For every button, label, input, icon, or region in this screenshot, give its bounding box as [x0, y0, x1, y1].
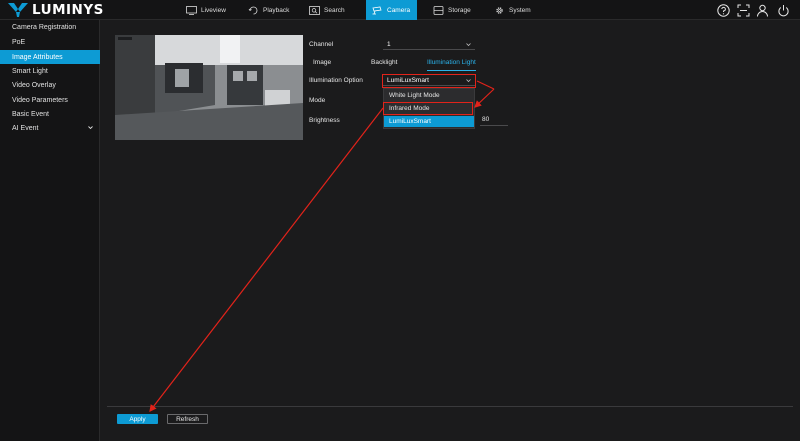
sidebar-item-label: Basic Event [12, 110, 49, 118]
channel-select-value: 1 [387, 41, 391, 48]
nav-playback[interactable]: Playback [242, 0, 302, 20]
sidebar-item-label: PoE [12, 38, 26, 46]
tab-backlight[interactable]: Backlight [371, 59, 397, 71]
sidebar-item-basic-event[interactable]: Basic Event [0, 107, 100, 121]
nav-liveview[interactable]: Liveview [180, 0, 238, 20]
chevron-down-icon [88, 126, 93, 130]
user-icon [756, 4, 768, 17]
camera-preview-image [115, 35, 303, 140]
option-lumiluxsmart[interactable]: LumiLuxSmart [384, 116, 474, 127]
search-icon [309, 5, 320, 15]
brightness-label: Brightness [309, 117, 340, 124]
gear-icon [496, 6, 503, 14]
top-bar: LUMINYS Liveview Playback Search Camera … [0, 0, 800, 20]
nav-camera[interactable]: Camera [366, 0, 417, 20]
nav-label: Camera [387, 6, 411, 14]
nav-label: Storage [448, 6, 471, 14]
storage-icon [433, 5, 444, 15]
tab-image[interactable]: Image [313, 59, 331, 71]
help-button[interactable] [716, 2, 730, 18]
sidebar-item-ai-event[interactable]: AI Event [0, 121, 100, 135]
user-button[interactable] [755, 2, 769, 18]
sidebar-item-label: Image Attributes [12, 53, 63, 61]
nav-label: Liveview [201, 6, 226, 14]
chevron-down-icon [466, 43, 471, 47]
mode-label: Mode [309, 97, 326, 104]
option-white-light-mode[interactable]: White Light Mode [384, 90, 474, 101]
channel-label: Channel [309, 41, 334, 48]
nav-label: Playback [263, 6, 290, 14]
annotation-arrow-to-infrared [474, 88, 495, 108]
sidebar-item-smart-light[interactable]: Smart Light [0, 64, 100, 78]
brand-name: LUMINYS [32, 2, 104, 18]
sidebar-item-label: AI Event [12, 124, 39, 132]
camera-preview [115, 35, 303, 140]
tab-illumination-light[interactable]: Illumination Light [427, 59, 476, 71]
annotation-arrow-line [476, 80, 495, 90]
playback-icon [248, 6, 258, 14]
sidebar-item-label: Camera Registration [12, 23, 77, 31]
brightness-input[interactable]: 80 [480, 116, 508, 126]
nav-storage[interactable]: Storage [427, 0, 485, 20]
sidebar-item-image-attributes[interactable]: Image Attributes [0, 50, 100, 64]
sidebar-item-video-overlay[interactable]: Video Overlay [0, 78, 100, 92]
power-icon [777, 4, 789, 16]
apply-button[interactable]: Apply [117, 414, 158, 424]
monitor-icon [186, 5, 197, 15]
help-icon [716, 3, 730, 17]
sidebar-item-camera-registration[interactable]: Camera Registration [0, 20, 100, 34]
refresh-button[interactable]: Refresh [167, 414, 208, 424]
luminys-logo-icon [8, 3, 28, 17]
scan-icon [737, 4, 749, 16]
scan-button[interactable] [736, 2, 750, 18]
sidebar-item-poe[interactable]: PoE [0, 35, 100, 49]
sidebar-item-label: Video Overlay [12, 81, 56, 89]
annotation-highlight-select [382, 74, 476, 88]
channel-select[interactable]: 1 [383, 40, 475, 50]
sidebar-item-label: Video Parameters [12, 96, 68, 104]
sidebar: Camera Registration PoE Image Attributes… [0, 20, 100, 441]
annotation-highlight-infrared [383, 102, 473, 115]
brand-logo: LUMINYS [8, 2, 104, 18]
footer-divider [107, 406, 793, 407]
camera-icon [372, 6, 382, 14]
nav-search[interactable]: Search [303, 0, 363, 20]
annotation-arrow-to-apply [149, 107, 384, 412]
nav-label: System [509, 6, 531, 14]
power-button[interactable] [776, 2, 790, 18]
sidebar-item-label: Smart Light [12, 67, 48, 75]
sidebar-item-video-parameters[interactable]: Video Parameters [0, 93, 100, 107]
nav-label: Search [324, 6, 345, 14]
nav-system[interactable]: System [488, 0, 546, 20]
illumination-option-label: Illumination Option [309, 77, 363, 84]
